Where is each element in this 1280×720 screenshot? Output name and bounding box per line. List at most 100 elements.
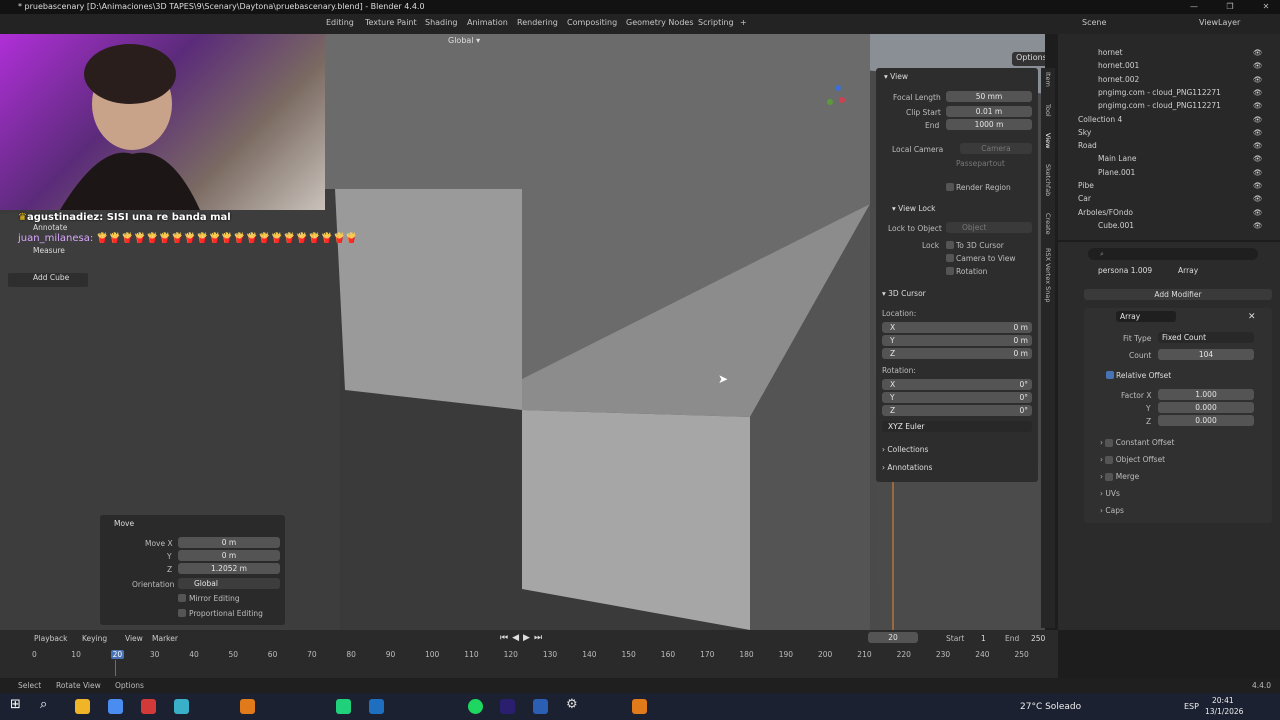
- tab-animation[interactable]: Animation: [467, 18, 508, 27]
- move-y-field[interactable]: 0 m: [178, 550, 280, 561]
- keying-menu[interactable]: Keying: [82, 634, 107, 643]
- move-x-field[interactable]: 0 m: [178, 537, 280, 548]
- focal-length-field[interactable]: 50 mm: [946, 91, 1032, 102]
- orientation-select[interactable]: Global: [178, 578, 280, 589]
- playback-menu[interactable]: Playback: [34, 634, 67, 643]
- visibility-eye-icon[interactable]: 👁: [1253, 141, 1263, 150]
- outliner-item[interactable]: Road: [1078, 141, 1097, 150]
- clock-date[interactable]: 13/1/2026: [1205, 707, 1243, 716]
- 3d-cursor-section-header[interactable]: ▾ 3D Cursor: [882, 289, 926, 298]
- visibility-eye-icon[interactable]: 👁: [1253, 48, 1263, 57]
- outliner-item[interactable]: hornet: [1098, 48, 1123, 57]
- app-icon[interactable]: [174, 699, 189, 714]
- visibility-eye-icon[interactable]: 👁: [1253, 101, 1263, 110]
- current-frame-field[interactable]: 20: [868, 632, 918, 643]
- tab-shading[interactable]: Shading: [425, 18, 458, 27]
- constant-offset-section[interactable]: › Constant Offset: [1100, 438, 1174, 447]
- object-offset-checkbox[interactable]: [1105, 456, 1114, 464]
- minimize-button[interactable]: —: [1180, 0, 1208, 14]
- clip-end-field[interactable]: 1000 m: [946, 119, 1032, 130]
- lock-rotation-checkbox[interactable]: [946, 267, 954, 275]
- language-indicator[interactable]: ESP: [1184, 702, 1199, 711]
- tab-editing[interactable]: Editing: [326, 18, 354, 27]
- merge-section[interactable]: › Merge: [1100, 472, 1139, 481]
- marker-menu[interactable]: Marker: [152, 634, 178, 643]
- cursor-z-field[interactable]: Z 0 m: [882, 348, 1032, 359]
- vscode-icon[interactable]: [369, 699, 384, 714]
- word-icon[interactable]: [533, 699, 548, 714]
- pycharm-icon[interactable]: [336, 699, 351, 714]
- factor-z-field[interactable]: 0.000: [1158, 415, 1254, 426]
- cursor-y-field[interactable]: Y 0 m: [882, 335, 1032, 346]
- local-camera-field[interactable]: Camera: [960, 143, 1032, 154]
- tab-rendering[interactable]: Rendering: [517, 18, 558, 27]
- end-frame-value[interactable]: 250: [1031, 634, 1045, 643]
- search-icon[interactable]: ⌕: [40, 697, 47, 712]
- proportional-editing-checkbox[interactable]: [178, 609, 186, 617]
- navigation-gizmo[interactable]: [824, 84, 854, 114]
- lock-to-3d-cursor-checkbox[interactable]: [946, 241, 954, 249]
- outliner-item[interactable]: pngimg.com - cloud_PNG112271: [1098, 88, 1221, 97]
- outliner-item[interactable]: Main Lane: [1098, 154, 1136, 163]
- maximize-button[interactable]: ❐: [1216, 0, 1244, 14]
- add-cube-tool[interactable]: Add Cube: [8, 273, 88, 287]
- blender-taskbar-icon[interactable]: [240, 699, 255, 714]
- remove-modifier-icon[interactable]: ✕: [1248, 312, 1256, 322]
- cursor-x-field[interactable]: X 0 m: [882, 322, 1032, 333]
- tab-geometry-nodes[interactable]: Geometry Nodes: [626, 18, 693, 27]
- object-offset-section[interactable]: › Object Offset: [1100, 455, 1165, 464]
- annotate-tool[interactable]: Annotate: [8, 223, 68, 237]
- weather-widget[interactable]: 27°C Soleado: [1020, 702, 1081, 712]
- mirror-editing-checkbox[interactable]: [178, 594, 186, 602]
- outliner-item[interactable]: Cube.001: [1098, 221, 1134, 230]
- view-layer-selector[interactable]: ViewLayer: [1199, 18, 1240, 27]
- visibility-eye-icon[interactable]: 👁: [1253, 221, 1263, 230]
- outliner-item[interactable]: hornet.002: [1098, 75, 1139, 84]
- lock-object-field[interactable]: Object: [946, 222, 1032, 233]
- uvs-section[interactable]: › UVs: [1100, 489, 1120, 498]
- scene-selector[interactable]: Scene: [1082, 18, 1106, 27]
- move-z-field[interactable]: 1.2052 m: [178, 563, 280, 574]
- outliner-item[interactable]: pngimg.com - cloud_PNG112271: [1098, 101, 1221, 110]
- tab-tool[interactable]: Tool: [1044, 104, 1052, 117]
- visibility-eye-icon[interactable]: 👁: [1253, 154, 1263, 163]
- settings-gear-icon[interactable]: ⚙: [566, 697, 578, 712]
- clock-time[interactable]: 20:41: [1212, 696, 1234, 705]
- view-lock-section-header[interactable]: ▾ View Lock: [892, 204, 935, 213]
- modifier-name-field[interactable]: Array: [1116, 311, 1176, 322]
- visibility-eye-icon[interactable]: 👁: [1253, 88, 1263, 97]
- measure-tool[interactable]: Measure: [8, 246, 68, 260]
- blender-active-icon[interactable]: [632, 699, 647, 714]
- close-button[interactable]: ✕: [1252, 0, 1280, 14]
- outliner-item[interactable]: Collection 4: [1078, 115, 1122, 124]
- tab-scripting[interactable]: Scripting: [698, 18, 734, 27]
- orientation-dropdown[interactable]: Global ▾: [448, 36, 480, 50]
- after-effects-icon[interactable]: [500, 699, 515, 714]
- outliner-item[interactable]: Pibe: [1078, 181, 1094, 190]
- chrome-icon[interactable]: [108, 699, 123, 714]
- view-section-header[interactable]: ▾ View: [884, 72, 908, 81]
- merge-checkbox[interactable]: [1105, 473, 1114, 481]
- tab-view[interactable]: View: [1044, 133, 1052, 148]
- tab-rsx-vertex-snap[interactable]: RSX Vertex Snap: [1044, 248, 1052, 302]
- factor-x-field[interactable]: 1.000: [1158, 389, 1254, 400]
- viewport-options-button[interactable]: Options: [1012, 52, 1045, 66]
- add-workspace-button[interactable]: +: [740, 18, 747, 27]
- factor-y-field[interactable]: 0.000: [1158, 402, 1254, 413]
- outliner-item[interactable]: hornet.001: [1098, 61, 1139, 70]
- visibility-eye-icon[interactable]: 👁: [1253, 75, 1263, 84]
- tab-create[interactable]: Create: [1044, 213, 1052, 235]
- fit-type-select[interactable]: Fixed Count: [1158, 332, 1254, 343]
- cursor-rot-x-field[interactable]: X 0°: [882, 379, 1032, 390]
- collections-section-header[interactable]: › Collections: [882, 445, 928, 454]
- rotation-mode-select[interactable]: XYZ Euler: [882, 421, 1032, 432]
- visibility-eye-icon[interactable]: 👁: [1253, 61, 1263, 70]
- tab-sketchfab[interactable]: Sketchfab: [1044, 164, 1052, 196]
- visibility-eye-icon[interactable]: 👁: [1253, 128, 1263, 137]
- visibility-eye-icon[interactable]: 👁: [1253, 208, 1263, 217]
- playback-controls[interactable]: ⏮◀▶⏭: [500, 633, 546, 643]
- cursor-rot-z-field[interactable]: Z 0°: [882, 405, 1032, 416]
- tab-texture-paint[interactable]: Texture Paint: [365, 18, 417, 27]
- tab-compositing[interactable]: Compositing: [567, 18, 617, 27]
- count-field[interactable]: 104: [1158, 349, 1254, 360]
